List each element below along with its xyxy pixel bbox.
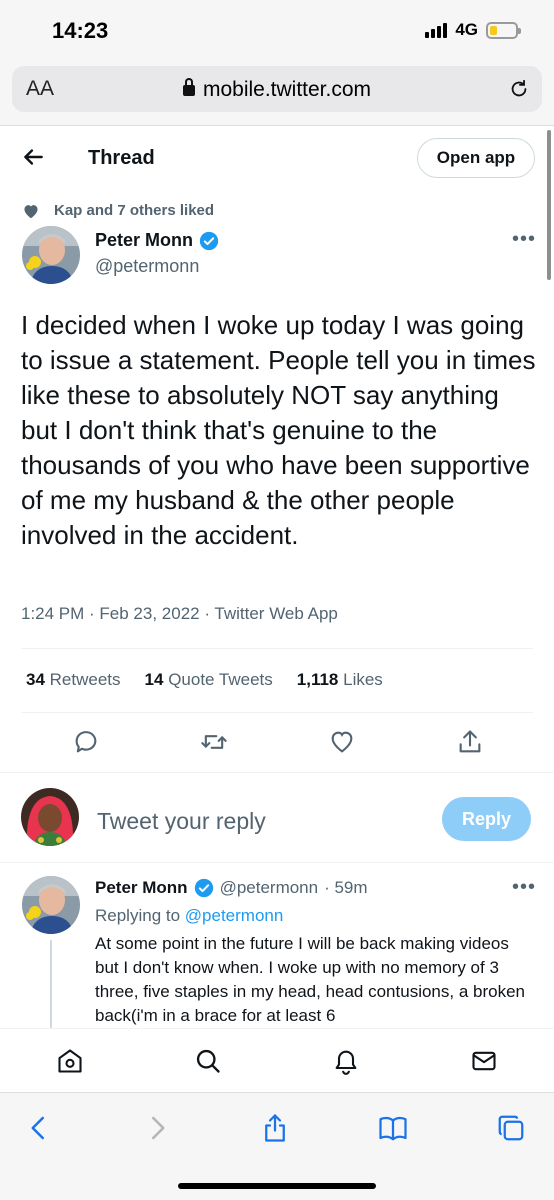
quote-tweets-count: 14 (144, 670, 164, 689)
bottom-nav (0, 1028, 554, 1092)
quote-tweets-label: Quote Tweets (168, 670, 273, 689)
thread-connector-line (50, 940, 52, 1030)
verified-badge-icon (194, 878, 213, 898)
notifications-bell-icon[interactable] (332, 1047, 360, 1075)
avatar[interactable] (22, 226, 80, 284)
heart-filled-icon (24, 204, 38, 218)
reload-icon[interactable] (508, 78, 530, 100)
browser-back-icon[interactable] (24, 1113, 54, 1143)
home-icon[interactable] (56, 1047, 84, 1075)
more-options-icon[interactable]: ••• (512, 228, 536, 251)
divider (21, 712, 533, 713)
reply-header: Peter Monn @petermonn · 59m (95, 878, 368, 898)
browser-share-icon[interactable] (260, 1113, 290, 1143)
reply-timestamp[interactable]: · 59m (324, 878, 367, 898)
bookmarks-book-icon[interactable] (378, 1113, 408, 1143)
replying-to-prefix: Replying to (95, 906, 181, 925)
author-handle[interactable]: @petermonn (95, 256, 199, 277)
retweet-icon[interactable] (200, 728, 228, 756)
tweet-actions (0, 728, 554, 762)
reply-icon[interactable] (72, 728, 100, 756)
reply-author-handle[interactable]: @petermonn (220, 878, 319, 898)
lock-icon (182, 78, 195, 96)
social-context: Kap and 7 others liked (22, 202, 214, 219)
like-icon[interactable] (328, 728, 356, 756)
url-text: mobile.twitter.com (202, 78, 372, 101)
verified-badge-icon (199, 231, 219, 250)
likes-stat[interactable]: 1,118 Likes (297, 670, 383, 690)
battery-level (490, 25, 498, 35)
thread-header: Thread Open app (0, 126, 554, 190)
reply-author-avatar[interactable] (22, 876, 80, 934)
page-title: Thread (88, 147, 155, 169)
reply-author-name[interactable]: Peter Monn (95, 878, 188, 898)
messages-mail-icon[interactable] (470, 1047, 498, 1075)
divider (0, 862, 554, 863)
likes-label: Likes (343, 670, 383, 689)
reply-button[interactable]: Reply (442, 797, 531, 841)
browser-address-area: AA mobile.twitter.com (0, 60, 554, 126)
social-context-text: Kap and 7 others liked (54, 202, 215, 219)
address-bar[interactable]: AA mobile.twitter.com (12, 66, 542, 112)
search-icon[interactable] (194, 1047, 222, 1075)
replying-to-mention[interactable]: @petermonn (185, 906, 284, 925)
url-display[interactable]: mobile.twitter.com (12, 78, 542, 102)
reply-more-options-icon[interactable]: ••• (512, 876, 536, 899)
reply-tweet-text: At some point in the future I will be ba… (95, 934, 525, 1025)
divider (0, 772, 554, 773)
home-indicator[interactable] (178, 1183, 376, 1189)
open-app-button[interactable]: Open app (417, 138, 535, 178)
network-type: 4G (455, 20, 478, 39)
tweet-meta[interactable]: 1:24 PM · Feb 23, 2022 · Twitter Web App (21, 604, 338, 624)
browser-forward-icon[interactable] (142, 1113, 172, 1143)
status-icons: 4G (425, 20, 521, 40)
tweet-text: I decided when I woke up today I was goi… (21, 310, 536, 550)
signal-icon (425, 22, 448, 38)
status-bar: 14:23 4G (0, 0, 554, 60)
retweets-count: 34 (26, 670, 45, 689)
author-name-text: Peter Monn (95, 230, 194, 250)
author-name[interactable]: Peter Monn (95, 230, 219, 251)
status-time: 14:23 (52, 18, 109, 43)
battery-icon (486, 21, 521, 39)
tabs-icon[interactable] (496, 1113, 526, 1143)
reply-input[interactable]: Tweet your reply (97, 808, 266, 835)
retweets-label: Retweets (49, 670, 121, 689)
my-avatar[interactable] (21, 788, 79, 846)
tweet-stats: 34 Retweets 14 Quote Tweets 1,118 Likes (26, 670, 383, 690)
replying-to: Replying to @petermonn (95, 906, 283, 926)
quote-tweets-stat[interactable]: 14 Quote Tweets (145, 670, 273, 690)
share-icon[interactable] (456, 728, 484, 756)
back-arrow-icon[interactable] (20, 144, 46, 170)
divider (21, 648, 533, 649)
likes-count: 1,118 (296, 670, 339, 689)
retweets-stat[interactable]: 34 Retweets (26, 670, 121, 690)
